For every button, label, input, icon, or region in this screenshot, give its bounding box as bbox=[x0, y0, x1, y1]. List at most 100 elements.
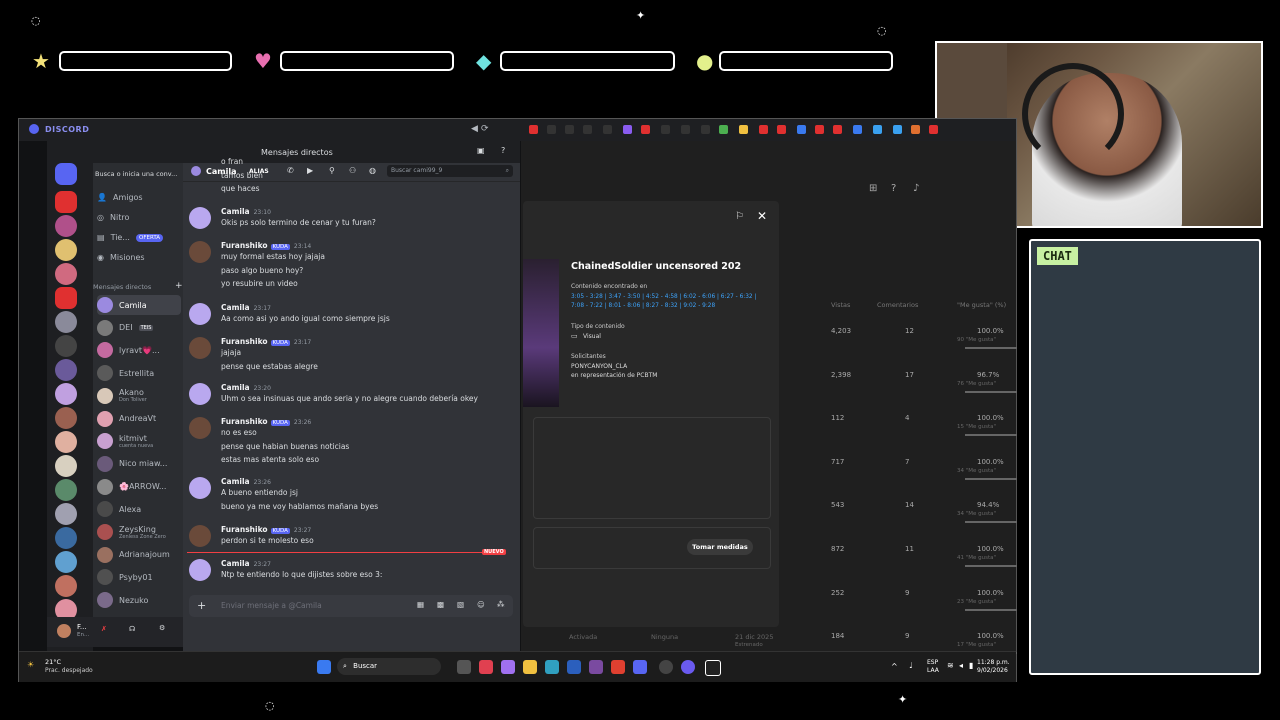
reload-icon[interactable]: ⟳ bbox=[481, 124, 489, 134]
missions-link[interactable]: ◉ Misiones bbox=[97, 253, 145, 262]
sticker-icon[interactable]: ▧ bbox=[457, 600, 464, 609]
server-icon[interactable] bbox=[55, 263, 77, 285]
tab-icon[interactable] bbox=[759, 125, 768, 134]
friends-link[interactable]: 👤 Amigos bbox=[97, 193, 143, 202]
message-composer[interactable]: + Enviar mensaje a @Camila ▦ ▩ ▧ ☺ ⁂ bbox=[189, 595, 513, 617]
tab-icon[interactable] bbox=[739, 125, 748, 134]
author-name[interactable]: Furanshiko bbox=[221, 337, 268, 346]
add-dm-icon[interactable]: + bbox=[175, 281, 183, 291]
dm-item[interactable]: Nezuko bbox=[97, 590, 181, 610]
add-friend-icon[interactable]: ⚇ bbox=[349, 166, 356, 175]
tab-icon[interactable] bbox=[565, 125, 574, 134]
dm-search-input[interactable]: Busca o inicia una conv... bbox=[95, 167, 179, 181]
edge-icon[interactable] bbox=[545, 660, 559, 674]
author-name[interactable]: Furanshiko bbox=[221, 241, 268, 250]
server-icon[interactable] bbox=[55, 311, 77, 333]
inbox-icon[interactable]: ▣ bbox=[477, 146, 485, 155]
battery-icon[interactable]: ▮ bbox=[969, 661, 973, 670]
store-link[interactable]: ▤ Tie... OFERTA bbox=[97, 233, 164, 242]
tab-icon[interactable] bbox=[893, 125, 902, 134]
avatar[interactable] bbox=[189, 303, 211, 325]
server-icon[interactable] bbox=[55, 287, 77, 309]
server-icon[interactable] bbox=[55, 431, 77, 453]
pin-icon[interactable]: ⚲ bbox=[329, 166, 335, 175]
message-input[interactable]: Enviar mensaje a @Camila bbox=[221, 601, 322, 610]
dm-item[interactable]: ZeysKing Zenless Zone Zero bbox=[97, 522, 181, 542]
dm-item[interactable]: Psyby01 bbox=[97, 567, 181, 587]
back-icon[interactable]: ◀ bbox=[471, 124, 478, 134]
dm-item[interactable]: 🌸ARROW... bbox=[97, 477, 181, 497]
chrome-icon[interactable] bbox=[611, 660, 625, 674]
tab-icon[interactable] bbox=[833, 125, 842, 134]
profile-icon[interactable]: ◍ bbox=[369, 166, 376, 175]
tab-icon[interactable] bbox=[929, 125, 938, 134]
server-icon[interactable] bbox=[55, 551, 77, 573]
avatar[interactable] bbox=[189, 207, 211, 229]
server-icon[interactable] bbox=[55, 527, 77, 549]
dm-item[interactable]: Akano Don Toliver bbox=[97, 386, 181, 406]
wifi-icon[interactable]: ≋ bbox=[947, 661, 954, 670]
tray-chevron-icon[interactable]: ^ bbox=[891, 662, 898, 671]
author-name[interactable]: Furanshiko bbox=[221, 525, 268, 534]
word-icon[interactable] bbox=[567, 660, 581, 674]
server-icon[interactable] bbox=[55, 383, 77, 405]
headset-icon[interactable]: ☊ bbox=[129, 625, 135, 633]
author-name[interactable]: Camila bbox=[221, 477, 250, 486]
emoji-icon[interactable]: ☺ bbox=[477, 600, 485, 609]
author-name[interactable]: Camila bbox=[221, 303, 250, 312]
taskbar-search[interactable]: ⌕ Buscar bbox=[337, 658, 441, 675]
server-icon[interactable] bbox=[55, 575, 77, 597]
server-icon[interactable] bbox=[55, 455, 77, 477]
chat-search-input[interactable]: Buscar cami99_9 ⌕ bbox=[387, 165, 513, 177]
server-icon[interactable] bbox=[55, 479, 77, 501]
store-app-icon[interactable] bbox=[479, 660, 493, 674]
clock-time[interactable]: 11:28 p.m. bbox=[977, 659, 1010, 666]
settings-icon[interactable]: ⚙ bbox=[159, 624, 165, 632]
clock-date[interactable]: 9/02/2026 bbox=[977, 667, 1008, 674]
dm-item[interactable]: Adrianajoum bbox=[97, 545, 181, 565]
avatar[interactable] bbox=[57, 624, 71, 638]
capcut-icon[interactable] bbox=[705, 660, 721, 676]
apps-icon[interactable]: ⁂ bbox=[497, 600, 505, 609]
feedback-icon[interactable]: ⚐ bbox=[735, 211, 744, 222]
start-icon[interactable] bbox=[317, 660, 331, 674]
server-icon[interactable] bbox=[55, 191, 77, 213]
help-icon[interactable]: ? bbox=[501, 146, 505, 155]
avatar[interactable] bbox=[189, 559, 211, 581]
avatar[interactable] bbox=[189, 241, 211, 263]
avatar[interactable] bbox=[189, 337, 211, 359]
dm-item[interactable]: AndreaVt bbox=[97, 409, 181, 429]
tab-icon[interactable] bbox=[719, 125, 728, 134]
server-icon[interactable] bbox=[55, 503, 77, 525]
nitro-link[interactable]: ◎ Nitro bbox=[97, 213, 129, 222]
avatar[interactable] bbox=[189, 417, 211, 439]
tab-icon[interactable] bbox=[701, 125, 710, 134]
author-name[interactable]: Camila bbox=[221, 559, 250, 568]
help-icon[interactable]: ? bbox=[891, 183, 896, 194]
close-icon[interactable]: ✕ bbox=[757, 209, 767, 223]
tab-icon[interactable] bbox=[777, 125, 786, 134]
mic-icon[interactable]: ♩ bbox=[909, 661, 913, 670]
take-action-button[interactable]: Tomar medidas bbox=[687, 539, 753, 555]
create-icon[interactable]: ⊞ bbox=[869, 183, 877, 194]
lang-label[interactable]: ESP bbox=[927, 659, 938, 666]
tab-icon[interactable] bbox=[603, 125, 612, 134]
tab-icon[interactable] bbox=[583, 125, 592, 134]
volume-icon[interactable]: ◂ bbox=[959, 661, 963, 670]
server-icon[interactable] bbox=[55, 359, 77, 381]
attach-icon[interactable]: + bbox=[197, 599, 206, 612]
author-name[interactable]: Camila bbox=[221, 383, 250, 392]
server-icon[interactable] bbox=[55, 215, 77, 237]
tab-icon[interactable] bbox=[547, 125, 556, 134]
author-name[interactable]: Furanshiko bbox=[221, 417, 268, 426]
dm-item[interactable]: Estrellita bbox=[97, 363, 181, 383]
tab-icon[interactable] bbox=[815, 125, 824, 134]
tab-icon[interactable] bbox=[681, 125, 690, 134]
mute-icon[interactable]: ✗ bbox=[101, 625, 107, 633]
app-icon[interactable] bbox=[681, 660, 695, 674]
tab-icon[interactable] bbox=[661, 125, 670, 134]
files-icon[interactable] bbox=[523, 660, 537, 674]
server-icon[interactable] bbox=[55, 407, 77, 429]
call-icon[interactable]: ✆ bbox=[287, 166, 294, 175]
tab-icon[interactable] bbox=[911, 125, 920, 134]
